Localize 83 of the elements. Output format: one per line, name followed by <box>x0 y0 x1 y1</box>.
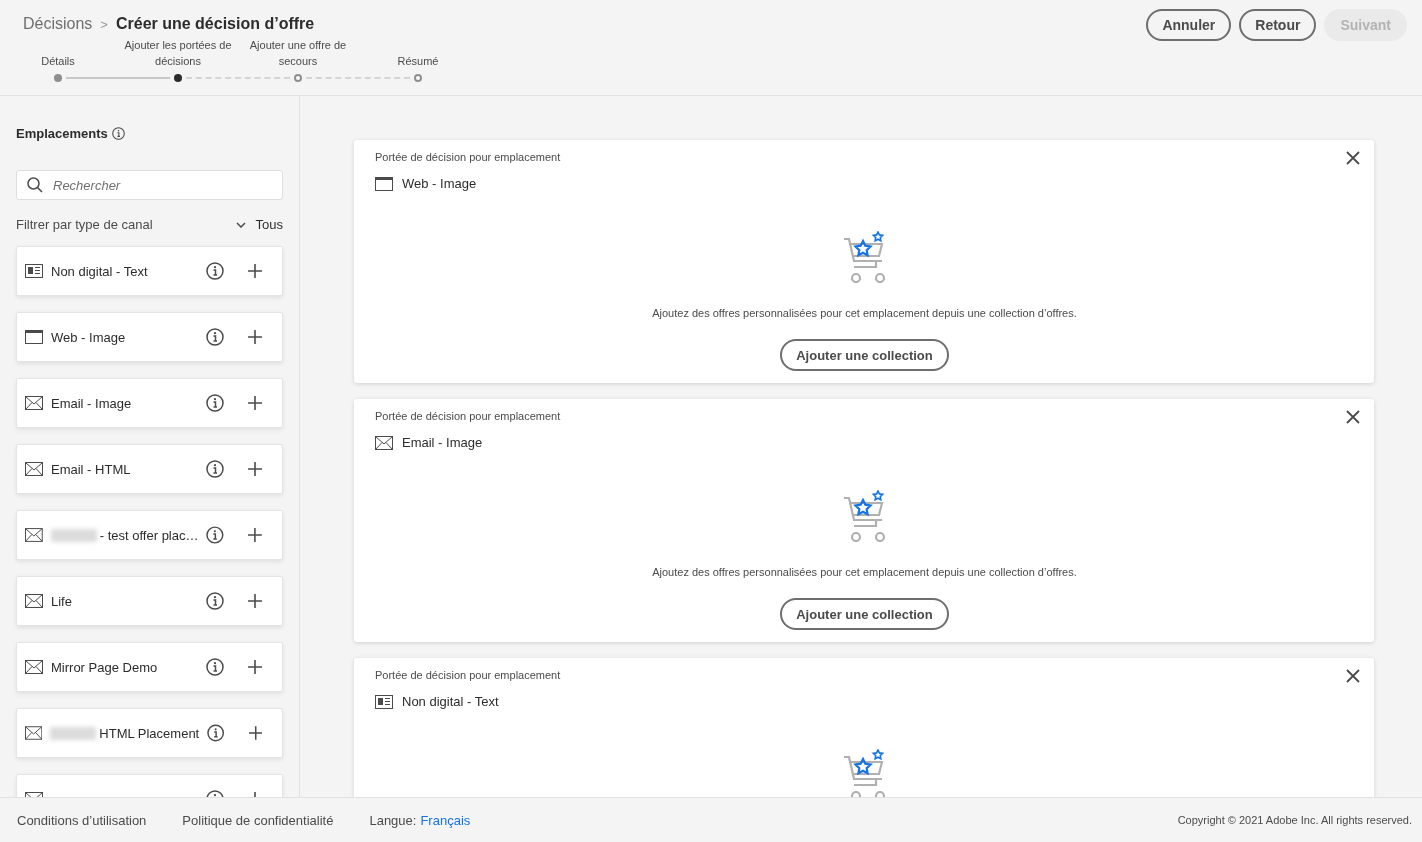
card-caption: Portée de décision pour emplacement <box>375 151 562 163</box>
close-icon <box>1346 410 1360 424</box>
placement-name: Email - HTML <box>51 461 131 477</box>
placement-name: Non digital - Text <box>51 263 148 279</box>
add-icon[interactable] <box>248 462 262 476</box>
language-link[interactable]: Français <box>420 812 471 828</box>
chevron-down-icon[interactable] <box>235 221 246 228</box>
info-icon[interactable] <box>206 592 224 610</box>
placement-card[interactable]: Email - Image <box>16 378 283 428</box>
placement-card[interactable]: Life <box>16 576 283 626</box>
placement-name: Non digital - Text <box>402 694 499 709</box>
cart-with-stars-icon <box>842 490 887 542</box>
newspaper-icon <box>25 264 43 278</box>
close-button[interactable] <box>1346 410 1360 424</box>
placement-name: Mirror Page Demo <box>51 659 158 675</box>
cart-with-stars-icon <box>842 231 887 283</box>
add-icon[interactable] <box>248 594 262 608</box>
newspaper-icon <box>375 694 393 709</box>
close-icon <box>1346 151 1360 165</box>
footer-link[interactable]: Politique de confidentialité <box>182 812 334 828</box>
language-label: Langue: <box>369 812 417 828</box>
add-icon[interactable] <box>248 264 262 278</box>
breadcrumb-separator: > <box>100 16 108 32</box>
placement-card[interactable]: Web - Image <box>16 312 283 362</box>
placement-name: Web - Image <box>402 176 477 191</box>
empty-state-message: Ajoutez des offres personnalisées pour cet emplacement depuis une collection d’offres. <box>652 566 1077 578</box>
add-icon[interactable] <box>248 528 262 542</box>
close-icon <box>1346 669 1360 683</box>
envelope-icon <box>25 462 43 476</box>
action-button[interactable]: Retour <box>1239 9 1317 41</box>
browser-window-icon <box>25 330 43 344</box>
browser-window-icon <box>375 176 393 191</box>
placement-name: Life <box>51 593 72 609</box>
card-caption: Portée de décision pour emplacement <box>375 669 562 681</box>
placement-name: Email - Image <box>51 395 132 411</box>
filter-value[interactable]: Tous <box>255 217 283 232</box>
search-field[interactable]: Rechercher <box>16 170 283 200</box>
placement-name: Web - Image <box>51 329 126 345</box>
step-label: Ajouter les portées de décisions <box>123 38 233 69</box>
envelope-icon <box>25 660 43 674</box>
page-title: Créer une décision d’offre <box>115 15 315 33</box>
envelope-icon <box>375 435 393 450</box>
cart-with-stars-icon <box>842 749 887 797</box>
envelope-icon <box>25 396 43 410</box>
section-title: Emplacements <box>16 126 108 141</box>
search-icon <box>27 177 43 193</box>
card-caption: Portée de décision pour emplacement <box>375 410 562 422</box>
breadcrumb-link[interactable]: Décisions <box>23 15 93 33</box>
add-icon[interactable] <box>248 726 262 740</box>
info-icon[interactable] <box>206 526 225 544</box>
empty-state-message: Ajoutez des offres personnalisées pour cet emplacement depuis une collection d’offres. <box>652 307 1077 319</box>
close-button[interactable] <box>1346 669 1360 683</box>
add-icon[interactable] <box>248 330 262 344</box>
copyright-text: Copyright © 2021 Adobe Inc. All rights reserved. <box>1177 814 1412 826</box>
add-icon[interactable] <box>248 660 262 674</box>
envelope-icon <box>25 528 43 542</box>
placement-card[interactable]: Email - HTML <box>16 444 283 494</box>
info-icon[interactable] <box>206 262 224 280</box>
filter-label: Filtrer par type de canal <box>16 217 154 232</box>
placement-card[interactable]: - test offer plac… <box>16 510 283 560</box>
info-icon[interactable] <box>111 127 125 140</box>
placement-name: HTML Placement <box>99 725 200 741</box>
step-label: Résumé <box>396 54 440 69</box>
info-icon[interactable] <box>206 394 224 412</box>
envelope-icon <box>25 726 43 740</box>
info-icon[interactable] <box>206 658 224 676</box>
footer-link[interactable]: Conditions d’utilisation <box>17 812 147 828</box>
action-button[interactable]: Annuler <box>1146 9 1232 41</box>
placement-name: - test offer plac… <box>99 527 199 543</box>
info-icon[interactable] <box>207 724 225 742</box>
placement-card[interactable]: Non digital - Text <box>16 246 283 296</box>
add-collection-button[interactable]: Ajouter une collection <box>780 598 949 630</box>
step-label: Détails <box>40 54 76 69</box>
placement-name: Email - Image <box>402 435 483 450</box>
info-icon[interactable] <box>206 460 224 478</box>
step-label: Ajouter une offre de secours <box>248 38 348 69</box>
envelope-icon <box>25 594 43 608</box>
close-button[interactable] <box>1346 151 1360 165</box>
add-collection-button[interactable]: Ajouter une collection <box>780 339 949 371</box>
add-icon[interactable] <box>248 396 262 410</box>
info-icon[interactable] <box>206 328 224 346</box>
placement-card[interactable]: HTML Placement <box>16 708 283 758</box>
placement-card[interactable]: Mirror Page Demo <box>16 642 283 692</box>
